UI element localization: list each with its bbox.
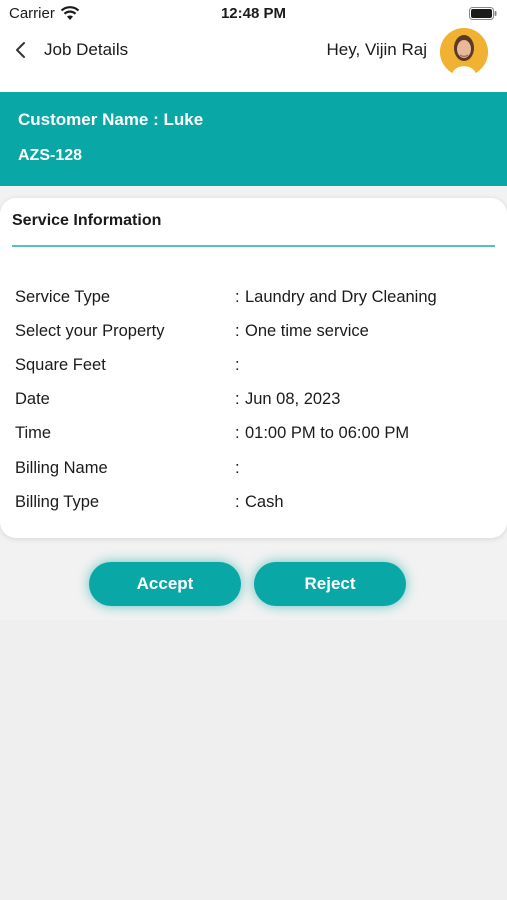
service-information-card: Service Information Service Type : Laund… — [0, 198, 507, 538]
row-separator: : — [235, 424, 240, 442]
row-label: Service Type — [15, 288, 111, 306]
customer-name: Customer Name : Luke — [18, 110, 204, 129]
info-row-billing-type: Billing Type : Cash — [15, 493, 495, 515]
row-value: One time service — [245, 322, 369, 340]
row-separator: : — [235, 493, 240, 511]
row-separator: : — [235, 356, 240, 374]
card-divider — [12, 245, 495, 247]
accept-button[interactable]: Accept — [89, 562, 241, 606]
row-label: Billing Type — [15, 493, 100, 511]
job-code: AZS-128 — [18, 147, 83, 164]
back-chevron-icon[interactable] — [14, 41, 28, 59]
info-row-time: Time : 01:00 PM to 06:00 PM — [15, 424, 495, 446]
empty-area — [0, 620, 507, 900]
row-value: Laundry and Dry Cleaning — [245, 288, 437, 306]
status-bar: Carrier 12:48 PM — [0, 0, 507, 28]
info-row-date: Date : Jun 08, 2023 — [15, 390, 495, 412]
battery-icon — [469, 7, 497, 20]
clock: 12:48 PM — [220, 5, 287, 22]
page-title: Job Details — [44, 40, 129, 59]
row-value: Cash — [245, 493, 284, 511]
app-header: Job Details Hey, Vijin Raj — [0, 28, 507, 92]
row-label: Square Feet — [15, 356, 106, 374]
user-avatar-icon — [440, 28, 488, 76]
row-separator: : — [235, 288, 240, 306]
row-separator: : — [235, 459, 240, 477]
row-separator: : — [235, 322, 240, 340]
info-row-square-feet: Square Feet : — [15, 356, 495, 378]
row-label: Billing Name — [15, 459, 108, 477]
customer-banner: Customer Name : Luke AZS-128 — [0, 92, 507, 186]
row-separator: : — [235, 390, 240, 408]
card-title: Service Information — [12, 212, 162, 229]
row-label: Date — [15, 390, 50, 408]
row-value: 01:00 PM to 06:00 PM — [245, 424, 410, 442]
row-label: Time — [15, 424, 52, 442]
info-row-service-type: Service Type : Laundry and Dry Cleaning — [15, 288, 495, 310]
avatar[interactable] — [440, 28, 488, 76]
info-row-billing-name: Billing Name : — [15, 459, 495, 481]
user-greeting: Hey, Vijin Raj — [326, 40, 427, 59]
row-label: Select your Property — [15, 322, 165, 340]
info-row-property: Select your Property : One time service — [15, 322, 495, 344]
reject-button[interactable]: Reject — [254, 562, 406, 606]
row-value: Jun 08, 2023 — [245, 390, 341, 408]
